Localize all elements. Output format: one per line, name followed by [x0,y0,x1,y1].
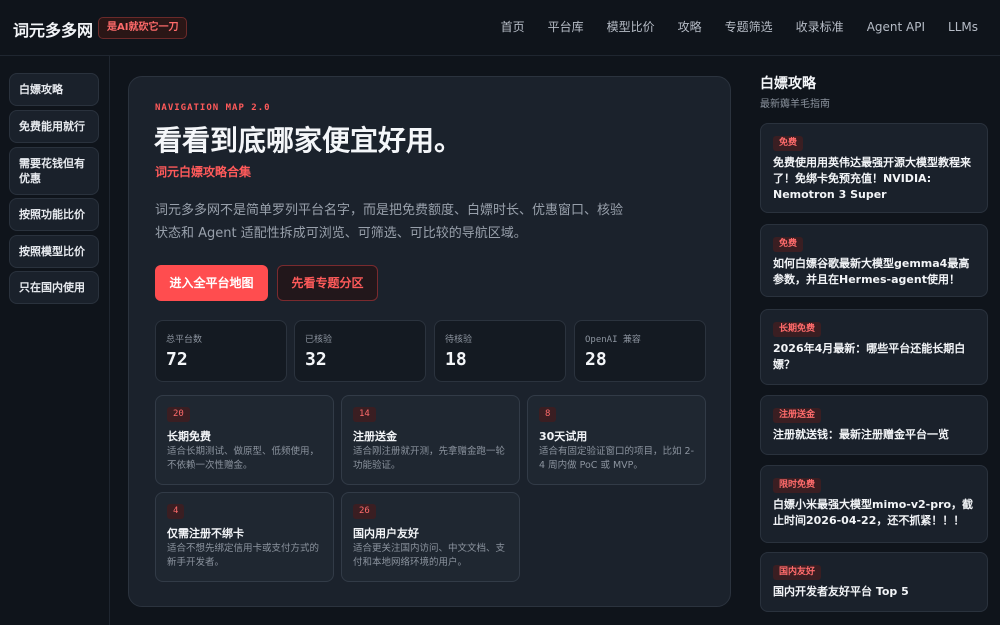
topic-description: 适合不想先绑定信用卡或支付方式的新手开发者。 [167,543,320,568]
topic-title: 长期免费 [167,430,211,443]
hero-card: NAVIGATION MAP 2.0 看看到底哪家便宜好用。 词元白嫖攻略合集 … [128,76,731,607]
hero-title: 看看到底哪家便宜好用。 [154,124,463,157]
sidebar-item-compare-model[interactable]: 按照模型比价 [9,235,99,268]
stat-label: 总平台数 [166,335,203,345]
nav-platforms[interactable]: 平台库 [548,18,584,36]
guide-tag: 免费 [773,136,804,151]
nav-home[interactable]: 首页 [501,18,525,36]
topic-count-badge: 4 [167,504,185,519]
enter-platform-map-button[interactable]: 进入全平台地图 [155,265,268,301]
stat-openai-compatible: OpenAI 兼容 28 [574,320,706,382]
stat-label: 待核验 [445,335,473,345]
stat-value: 28 [585,349,607,370]
nav-criteria[interactable]: 收录标准 [796,18,844,36]
guide-title: 国内开发者友好平台 Top 5 [773,585,909,598]
guide-card[interactable]: 长期免费 2026年4月最新：哪些平台还能长期白嫖？ [760,309,988,385]
topic-title: 30天试用 [539,430,588,443]
guide-card[interactable]: 国内友好 国内开发者友好平台 Top 5 [760,552,988,612]
topic-count-badge: 20 [167,407,190,422]
guide-title: 免费使用用英伟达最强开源大模型教程来了！免绑卡免预充值！NVIDIA: Nemo… [773,156,971,201]
main-nav: 首页 平台库 模型比价 攻略 专题筛选 收录标准 Agent API LLMs [478,18,978,36]
stat-value: 18 [445,349,467,370]
topic-description: 适合长期测试、做原型、低频使用，不依赖一次性赠金。 [167,446,320,471]
brand-logo[interactable]: 词元多多网 [13,17,93,41]
topic-description: 适合刚注册就开测，先拿赠金跑一轮功能验证。 [353,446,506,471]
nav-guides[interactable]: 攻略 [678,18,702,36]
hero-description: 词元多多网不是简单罗列平台名字，而是把免费额度、白嫖时长、优惠窗口、核验状态和 … [155,203,624,241]
stat-value: 32 [305,349,327,370]
nav-agent-api[interactable]: Agent API [867,18,925,36]
topic-title: 国内用户友好 [353,527,419,540]
guide-card[interactable]: 注册送金 注册就送钱：最新注册赠金平台一览 [760,395,988,455]
topic-30-day-trial[interactable]: 8 30天试用 适合有固定验证窗口的项目，比如 2-4 周内做 PoC 或 MV… [527,395,706,485]
topic-long-term-free[interactable]: 20 长期免费 适合长期测试、做原型、低频使用，不依赖一次性赠金。 [155,395,334,485]
stat-pending: 待核验 18 [434,320,566,382]
guide-title: 白嫖小米最强大模型mimo-v2-pro，截止时间2026-04-22，还不抓紧… [773,498,974,527]
guide-card[interactable]: 免费 免费使用用英伟达最强开源大模型教程来了！免绑卡免预充值！NVIDIA: N… [760,123,988,213]
topic-signup-bonus[interactable]: 14 注册送金 适合刚注册就开测，先拿赠金跑一轮功能验证。 [341,395,520,485]
topic-no-card-required[interactable]: 4 仅需注册不绑卡 适合不想先绑定信用卡或支付方式的新手开发者。 [155,492,334,582]
nav-topic-filter[interactable]: 专题筛选 [725,18,773,36]
guide-tag: 限时免费 [773,478,822,493]
sidebar-item-free-guide[interactable]: 白嫖攻略 [9,73,99,106]
stat-value: 72 [166,349,188,370]
topic-count-badge: 26 [353,504,376,519]
sidebar-item-compare-feature[interactable]: 按照功能比价 [9,198,99,231]
sidebar-item-domestic-only[interactable]: 只在国内使用 [9,271,99,304]
guide-tag: 长期免费 [773,322,822,337]
topic-title: 仅需注册不绑卡 [167,527,244,540]
topic-count-badge: 14 [353,407,376,422]
guide-tag: 免费 [773,237,804,252]
topic-domestic-friendly[interactable]: 26 国内用户友好 适合更关注国内访问、中文文档、支付和本地网络环境的用户。 [341,492,520,582]
guide-tag: 国内友好 [773,565,822,580]
guide-card[interactable]: 限时免费 白嫖小米最强大模型mimo-v2-pro，截止时间2026-04-22… [760,465,988,543]
stat-verified: 已核验 32 [294,320,426,382]
stat-label: OpenAI 兼容 [585,335,641,345]
sidebar-item-free-usable[interactable]: 免费能用就行 [9,110,99,143]
guide-title: 如何白嫖谷歌最新大模型gemma4最高参数，并且在Hermes-agent使用！ [773,257,970,286]
hero-subtitle: 词元白嫖攻略合集 [155,165,252,179]
nav-llms[interactable]: LLMs [948,18,978,36]
sidebar-item-paid-discount[interactable]: 需要花钱但有优惠 [9,147,99,195]
guide-title: 注册就送钱：最新注册赠金平台一览 [773,428,949,441]
guide-title: 2026年4月最新：哪些平台还能长期白嫖？ [773,342,966,371]
topic-title: 注册送金 [353,430,397,443]
topic-description: 适合更关注国内访问、中文文档、支付和本地网络环境的用户。 [353,543,506,568]
top-navigation-bar: 词元多多网 是AI就砍它一刀 首页 平台库 模型比价 攻略 专题筛选 收录标准 … [0,0,1000,56]
topic-count-badge: 8 [539,407,557,422]
guide-card[interactable]: 免费 如何白嫖谷歌最新大模型gemma4最高参数，并且在Hermes-agent… [760,224,988,297]
stat-total-platforms: 总平台数 72 [155,320,287,382]
guides-heading: 白嫖攻略 [760,76,816,92]
left-sidebar: 白嫖攻略 免费能用就行 需要花钱但有优惠 按照功能比价 按照模型比价 只在国内使… [0,56,110,625]
nav-model-pricing[interactable]: 模型比价 [607,18,655,36]
guides-subheading: 最新薅羊毛指南 [760,99,830,110]
stat-label: 已核验 [305,335,333,345]
view-topics-button[interactable]: 先看专题分区 [277,265,378,301]
brand-badge: 是AI就砍它一刀 [98,17,188,39]
hero-eyebrow: NAVIGATION MAP 2.0 [155,103,271,113]
guide-tag: 注册送金 [773,408,822,423]
topic-description: 适合有固定验证窗口的项目，比如 2-4 周内做 PoC 或 MVP。 [539,446,694,471]
